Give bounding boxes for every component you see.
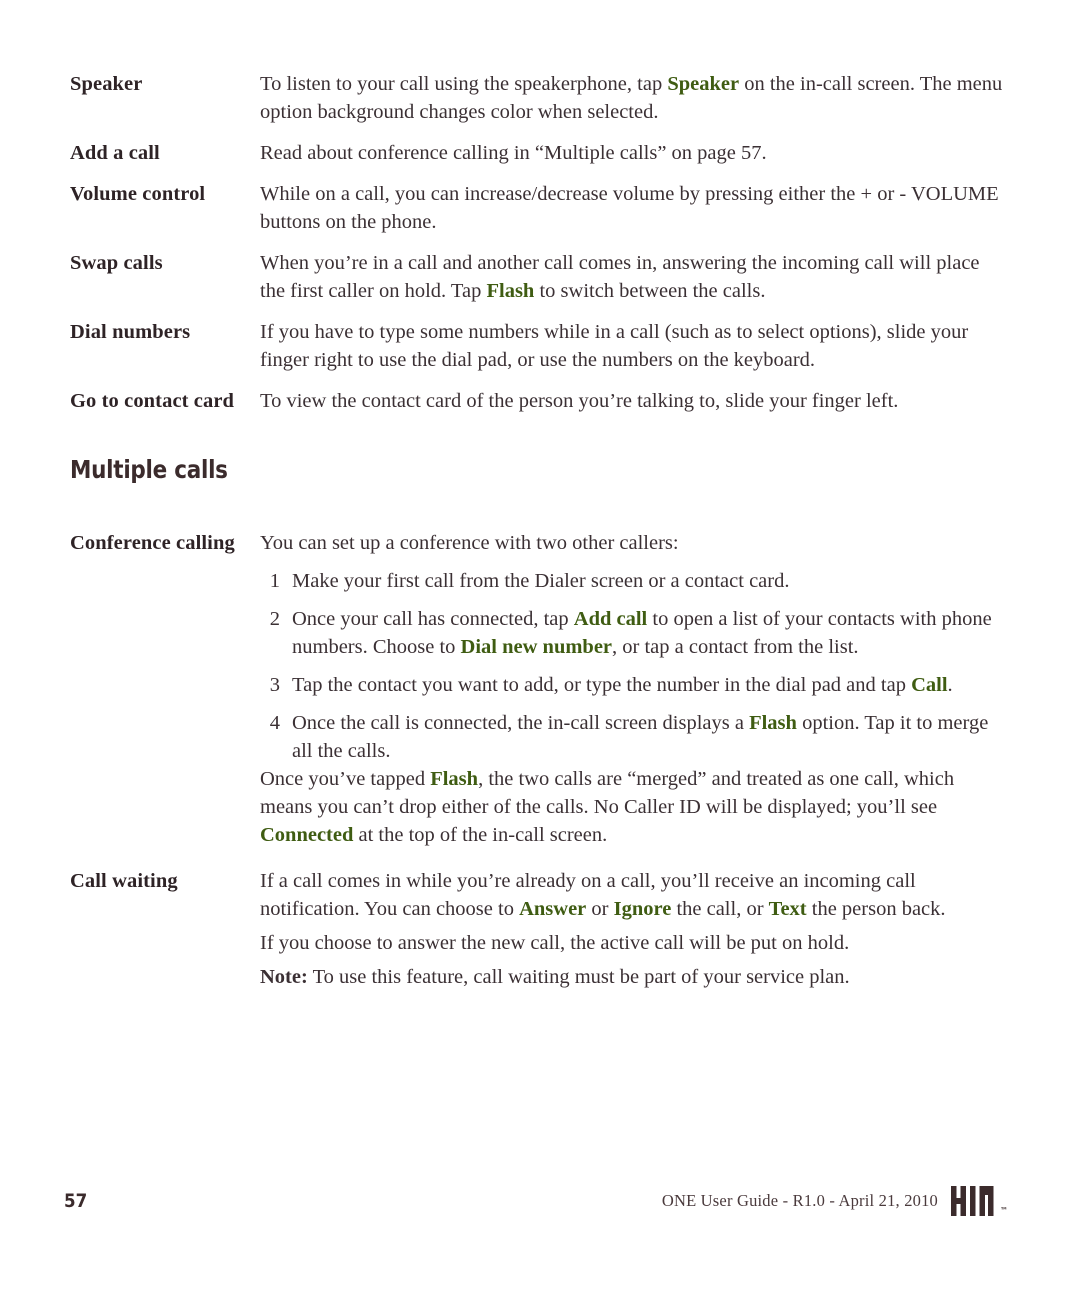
definition-body: Read about conference calling in “Multip… (260, 139, 1008, 167)
text-run: the person back. (806, 898, 946, 920)
rich-text: Once your call has connected, tap Add ca… (292, 608, 992, 658)
definition-row: Go to contact card To view the contact c… (0, 387, 1080, 415)
list-item: 4 Once the call is connected, the in-cal… (260, 709, 1008, 765)
rich-text: Note: To use this feature, call waiting … (260, 963, 1008, 991)
definition-label: Speaker (70, 73, 143, 95)
accent-term: Flash (430, 768, 479, 790)
kin-logo: ™ (951, 1186, 1008, 1216)
text-run: , or tap a contact from the list. (612, 636, 859, 658)
accent-term: Speaker (667, 73, 740, 95)
accent-term: Answer (519, 898, 587, 920)
definition-label: Dial numbers (70, 321, 191, 343)
rich-text: If you have to type some numbers while i… (260, 318, 1008, 374)
accent-term: Call (911, 674, 948, 696)
definition-label: Swap calls (70, 252, 163, 274)
text-run: Tap the contact you want to add, or type… (292, 674, 912, 696)
definition-label: Call waiting (70, 870, 178, 892)
definition-label: Go to contact card (70, 390, 235, 412)
rich-text: If a call comes in while you’re already … (260, 867, 1008, 923)
rich-text: Read about conference calling in “Multip… (260, 139, 1008, 167)
definition-row: Volume control While on a call, you can … (0, 180, 1080, 236)
accent-term: Dial new number (460, 636, 613, 658)
step-number: 1 (269, 570, 280, 592)
text-run: To view the contact card of the person y… (260, 390, 899, 412)
list-item: 1 Make your first call from the Dialer s… (260, 567, 1008, 595)
trademark-symbol: ™ (1000, 1206, 1008, 1215)
text-run: to switch between the calls. (534, 280, 766, 302)
document-page: Speaker To listen to your call using the… (0, 0, 1080, 1296)
rich-text: Tap the contact you want to add, or type… (292, 674, 953, 696)
step-number: 4 (269, 712, 280, 734)
accent-term: Add call (573, 608, 648, 630)
text-run: Once you’ve tapped (260, 768, 431, 790)
definition-label: Volume control (70, 183, 206, 205)
text-run: Once your call has connected, tap (292, 608, 574, 630)
bold-term: Note: (260, 966, 308, 988)
text-run: or (586, 898, 614, 920)
text-run: If you have to type some numbers while i… (260, 321, 969, 371)
text-run: the call, or (671, 898, 769, 920)
accent-term: Text (768, 898, 807, 920)
accent-term: Ignore (613, 898, 672, 920)
definition-body: When you’re in a call and another call c… (260, 249, 1008, 305)
text-run: To use this feature, call waiting must b… (307, 966, 850, 988)
in-call-options-list: Speaker To listen to your call using the… (0, 0, 1080, 415)
rich-text: If you choose to answer the new call, th… (260, 929, 1008, 957)
text-run: Once the call is connected, the in-call … (292, 712, 750, 734)
definition-body: You can set up a conference with two oth… (260, 529, 1008, 849)
footer-guide-text: ONE User Guide - R1.0 - April 21, 2010 (661, 1191, 938, 1210)
list-item: 3 Tap the contact you want to add, or ty… (260, 671, 1008, 699)
definition-body: If you have to type some numbers while i… (260, 318, 1008, 374)
footer-right-group: ONE User Guide - R1.0 - April 21, 2010 ™ (662, 1186, 1008, 1216)
text-run: While on a call, you can increase/decrea… (260, 183, 999, 233)
definition-body: To listen to your call using the speaker… (260, 70, 1008, 126)
definition-label: Conference calling (70, 532, 235, 554)
list-item: 2 Once your call has connected, tap Add … (260, 605, 1008, 661)
step-number: 2 (269, 608, 280, 630)
rich-text: When you’re in a call and another call c… (260, 249, 1008, 305)
conference-closing-paragraph: Once you’ve tapped Flash, the two calls … (260, 765, 1008, 849)
kin-wordmark-icon (951, 1186, 994, 1216)
text-run: To listen to your call using the speaker… (260, 73, 668, 95)
text-run: Make your first call from the Dialer scr… (292, 570, 790, 592)
rich-text: Once the call is connected, the in-call … (292, 712, 988, 762)
conference-intro: You can set up a conference with two oth… (260, 532, 679, 554)
text-run: . (947, 674, 953, 696)
step-number: 3 (269, 674, 280, 696)
definition-label: Add a call (70, 142, 160, 164)
accent-term: Flash (486, 280, 535, 302)
definition-body: To view the contact card of the person y… (260, 387, 1008, 415)
rich-text: To view the contact card of the person y… (260, 387, 1008, 415)
accent-term: Flash (749, 712, 797, 734)
section-heading-multiple-calls: Multiple calls (70, 455, 228, 484)
definition-row: Add a call Read about conference calling… (0, 139, 1080, 167)
rich-text: While on a call, you can increase/decrea… (260, 180, 1008, 236)
text-run: at the top of the in-call screen. (353, 824, 608, 846)
page-footer: 57 ONE User Guide - R1.0 - April 21, 201… (0, 1176, 1080, 1296)
text-run: Read about conference calling in “Multip… (260, 142, 767, 164)
page-number: 57 (64, 1190, 88, 1212)
rich-text: Make your first call from the Dialer scr… (292, 570, 789, 592)
definition-row: Swap calls When you’re in a call and ano… (0, 249, 1080, 305)
definition-body: If a call comes in while you’re already … (260, 867, 1008, 991)
accent-term: Connected (260, 824, 354, 846)
conference-steps-list: 1 Make your first call from the Dialer s… (260, 567, 1008, 765)
definition-row: Dial numbers If you have to type some nu… (0, 318, 1080, 374)
definition-row-call-waiting: Call waiting If a call comes in while yo… (0, 867, 1080, 991)
definition-row: Speaker To listen to your call using the… (0, 70, 1080, 126)
text-run: If you choose to answer the new call, th… (260, 932, 850, 954)
definition-row-conference-calling: Conference calling You can set up a conf… (0, 529, 1080, 849)
rich-text: To listen to your call using the speaker… (260, 70, 1008, 126)
definition-body: While on a call, you can increase/decrea… (260, 180, 1008, 236)
